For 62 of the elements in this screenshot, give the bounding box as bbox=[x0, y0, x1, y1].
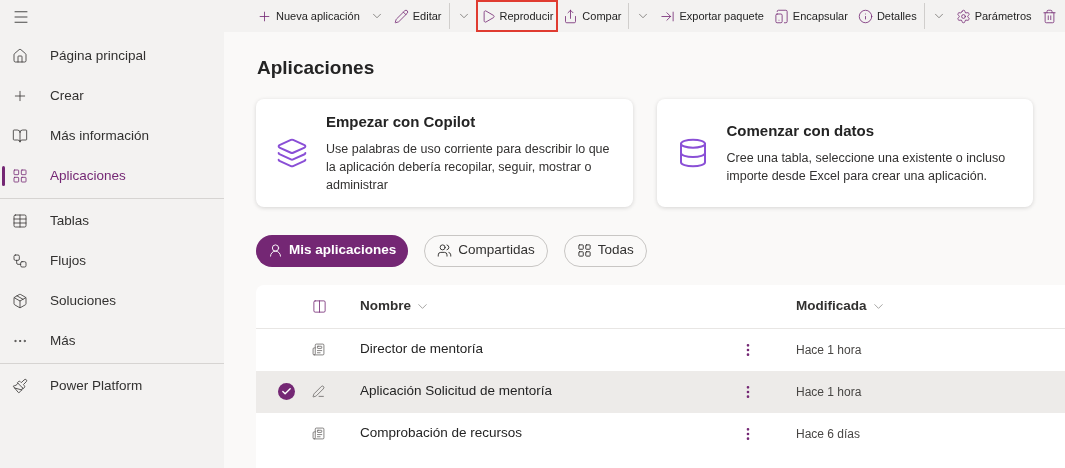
apps-icon bbox=[12, 168, 28, 184]
share-icon bbox=[563, 8, 579, 24]
card-title: Empezar con Copilot bbox=[326, 112, 477, 133]
column-header[interactable]: Modificada bbox=[796, 295, 886, 317]
info-icon bbox=[857, 8, 873, 24]
toolbar-button[interactable]: Detalles bbox=[852, 0, 922, 32]
toolbar-button[interactable]: Editar bbox=[388, 0, 447, 32]
app-name[interactable]: Aplicación Solicitud de mentoría bbox=[360, 381, 740, 402]
sidebar-item[interactable]: Power Platform bbox=[0, 366, 224, 406]
brush-icon bbox=[12, 378, 28, 394]
column-options-icon[interactable] bbox=[312, 298, 327, 314]
grid-icon bbox=[576, 243, 592, 258]
selection-indicator bbox=[2, 166, 5, 186]
app-name[interactable]: Comprobación de recursos bbox=[360, 423, 740, 444]
toolbar-button[interactable]: Compar bbox=[558, 0, 627, 32]
pen-icon bbox=[312, 385, 325, 398]
app-name[interactable]: Director de mentoría bbox=[360, 339, 740, 360]
play-icon bbox=[480, 8, 496, 24]
page-title: Aplicaciones bbox=[256, 56, 376, 80]
modified-time: Hace 1 hora bbox=[796, 341, 862, 359]
sidebar-item[interactable]: Aplicaciones bbox=[0, 156, 224, 196]
sidebar-item[interactable]: Soluciones bbox=[0, 281, 224, 321]
home-icon bbox=[12, 48, 28, 64]
table-icon bbox=[12, 213, 28, 229]
menu-icon[interactable] bbox=[12, 8, 30, 26]
toolbar-button[interactable]: Reproducir bbox=[475, 0, 559, 32]
card-description: Use palabras de uso corriente para describir lo que la aplicación debería recopilar, seguir, mostrar o administrar bbox=[326, 140, 611, 194]
filter-pill[interactable]: Mis aplicaciones bbox=[256, 234, 409, 267]
sidebar-item[interactable]: Flujos bbox=[0, 241, 224, 281]
sidebar-item[interactable]: Más bbox=[0, 321, 224, 361]
plus-icon bbox=[257, 8, 272, 24]
modified-time: Hace 6 días bbox=[796, 425, 861, 443]
toolbar-button[interactable]: Nueva aplicación bbox=[252, 0, 365, 32]
tablet-icon bbox=[773, 8, 789, 24]
toolbar-button[interactable]: Encapsular bbox=[768, 0, 853, 32]
sidebar-item[interactable]: Crear bbox=[0, 76, 224, 116]
sidebar-item[interactable]: Página principal bbox=[0, 36, 224, 76]
filter-pill[interactable]: Compartidas bbox=[424, 234, 548, 267]
table-row[interactable]: Aplicación Solicitud de mentoría Hace 1 hora bbox=[256, 370, 1065, 413]
sidebar-item[interactable]: Más información bbox=[0, 116, 224, 156]
pencil-icon bbox=[393, 8, 409, 24]
toolbar-button[interactable]: Parámetros bbox=[950, 0, 1037, 32]
form-icon bbox=[312, 427, 325, 440]
users-icon bbox=[437, 243, 453, 258]
book-icon bbox=[12, 128, 28, 144]
sidebar-item[interactable]: Tablas bbox=[0, 201, 224, 241]
start-card[interactable]: Empezar con Copilot Use palabras de uso corriente para describir lo que la aplicación debería recopilar, seguir, mostrar o administrar bbox=[256, 98, 633, 207]
card-description: Cree una tabla, seleccione una existente o incluso importe desde Excel para crear una aplicación. bbox=[726, 149, 1007, 185]
form-icon bbox=[312, 343, 325, 356]
card-title: Comenzar con datos bbox=[726, 121, 876, 142]
modified-time: Hace 1 hora bbox=[796, 383, 862, 401]
filter-pill[interactable]: Todas bbox=[563, 234, 647, 267]
toolbar-button[interactable]: Exportar paquete bbox=[655, 0, 769, 32]
user-icon bbox=[268, 243, 283, 258]
start-card[interactable]: Comenzar con datos Cree una tabla, seleccione una existente o incluso importe desde Excel para crear una aplicación. bbox=[656, 98, 1033, 207]
delete-icon bbox=[1041, 8, 1057, 24]
column-header[interactable]: Nombre bbox=[360, 295, 796, 317]
package-icon bbox=[12, 293, 28, 309]
flow-icon bbox=[12, 253, 28, 269]
settings-icon bbox=[955, 8, 971, 24]
plus-icon bbox=[12, 88, 28, 104]
checkmark-icon[interactable] bbox=[277, 383, 295, 400]
